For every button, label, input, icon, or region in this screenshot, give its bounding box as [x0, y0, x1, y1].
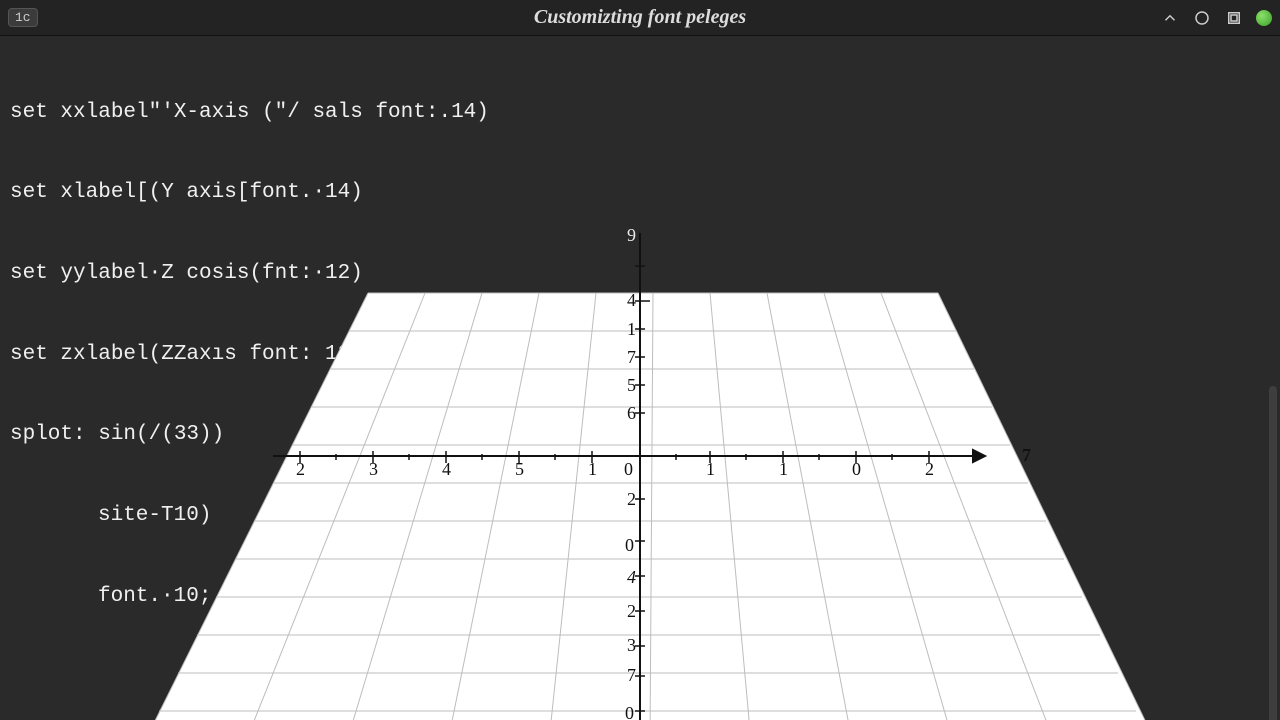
y-tick-label: 3: [627, 635, 636, 655]
window-titlebar: 1c Customizting font peleges: [0, 0, 1280, 36]
x-tick-label: 0: [624, 459, 633, 479]
y-tick-label: 1: [627, 319, 636, 339]
vertical-scrollbar[interactable]: [1269, 386, 1277, 720]
status-indicator-icon: [1256, 10, 1272, 26]
content-area: set xxlabel"'X-axis ("/ sals font:.14) s…: [0, 36, 1280, 720]
x-tick-label: 1: [779, 459, 788, 479]
code-line: set xlabel[(Y axis[font.·14): [10, 180, 489, 207]
x-tick-label: 2: [296, 459, 305, 479]
y-tick-label: 2: [627, 489, 636, 509]
plot-3d[interactable]: 2 3 4 5 1 0 1 1 0 2 7 9 4 1 7 5 6 2: [130, 211, 1170, 720]
refresh-icon[interactable]: [1192, 8, 1212, 28]
x-tick-label: 2: [925, 459, 934, 479]
x-tick-label: 5: [515, 459, 524, 479]
y-tick-label: 7: [627, 665, 636, 685]
y-tick-label: 4: [627, 567, 636, 587]
window-title: Customizting font peleges: [208, 6, 1072, 29]
titlebar-left: 1c: [8, 8, 208, 27]
maximize-icon[interactable]: [1224, 8, 1244, 28]
y-tick-label: 5: [627, 375, 636, 395]
y-tick-label: 7: [627, 347, 636, 367]
plot-plane: [145, 293, 1155, 720]
y-tick-label: 2: [627, 601, 636, 621]
x-tick-label: 4: [442, 459, 451, 479]
app-badge: 1c: [8, 8, 38, 27]
titlebar-right: [1072, 8, 1272, 28]
y-tick-label: 6: [627, 403, 636, 423]
y-tick-label: 9: [627, 225, 636, 245]
y-tick-label: 0: [625, 703, 634, 720]
x-tick-label: 7: [1022, 445, 1031, 465]
x-tick-label: 3: [369, 459, 378, 479]
y-tick-label: 0: [625, 535, 634, 555]
minimize-icon[interactable]: [1160, 8, 1180, 28]
x-tick-label: 0: [852, 459, 861, 479]
x-tick-label: 1: [588, 459, 597, 479]
x-tick-label: 1: [706, 459, 715, 479]
code-line: set xxlabel"'X-axis ("/ sals font:.14): [10, 100, 489, 127]
y-tick-label: 4: [627, 290, 636, 310]
